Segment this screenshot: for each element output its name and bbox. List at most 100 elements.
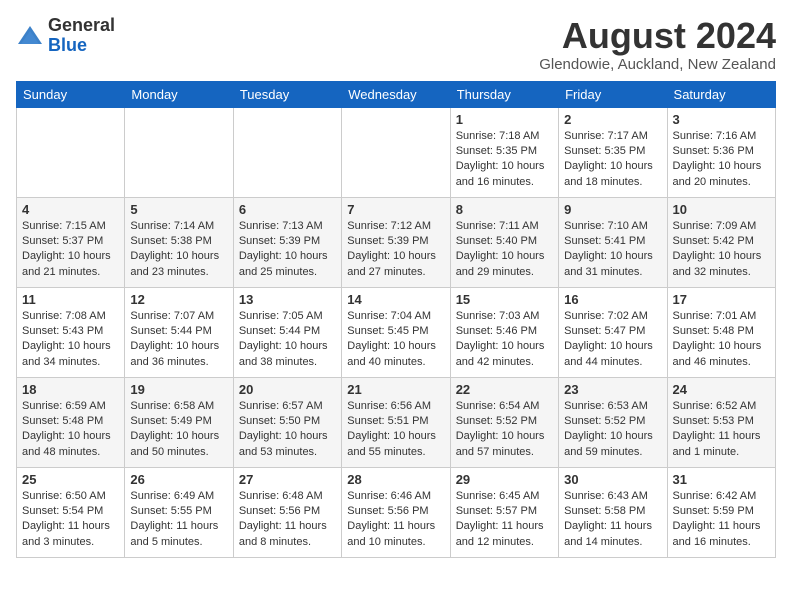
day-number: 18 [22,382,119,397]
day-number: 17 [673,292,770,307]
day-number: 7 [347,202,444,217]
calendar-cell [17,107,125,197]
day-info: Sunrise: 6:54 AM Sunset: 5:52 PM Dayligh… [456,399,553,461]
day-number: 9 [564,202,661,217]
calendar-cell: 30 Sunrise: 6:43 AM Sunset: 5:58 PM Dayli… [559,467,667,557]
day-number: 22 [456,382,553,397]
calendar-cell: 3 Sunrise: 7:16 AM Sunset: 5:36 PM Daylig… [667,107,775,197]
calendar-cell: 11Sunrise: 7:08 AM Sunset: 5:43 PM Dayli… [17,287,125,377]
day-info: Sunrise: 7:03 AM Sunset: 5:46 PM Dayligh… [456,309,553,371]
location-subtitle: Glendowie, Auckland, New Zealand [539,56,776,73]
calendar-table: SundayMondayTuesdayWednesdayThursdayFrid… [16,81,776,558]
day-info: Sunrise: 7:18 AM Sunset: 5:35 PM Dayligh… [456,129,553,191]
day-info: Sunrise: 7:15 AM Sunset: 5:37 PM Dayligh… [22,219,119,281]
calendar-cell: 14Sunrise: 7:04 AM Sunset: 5:45 PM Dayli… [342,287,450,377]
day-number: 21 [347,382,444,397]
day-number: 16 [564,292,661,307]
calendar-week-1: 1 Sunrise: 7:18 AM Sunset: 5:35 PM Daylig… [17,107,776,197]
logo-text: General Blue [48,16,115,56]
day-number: 6 [239,202,336,217]
day-number: 1 [456,112,553,127]
day-info: Sunrise: 7:13 AM Sunset: 5:39 PM Dayligh… [239,219,336,281]
weekday-header-monday: Monday [125,81,233,107]
day-info: Sunrise: 7:01 AM Sunset: 5:48 PM Dayligh… [673,309,770,371]
calendar-cell: 26 Sunrise: 6:49 AM Sunset: 5:55 PM Dayli… [125,467,233,557]
day-number: 2 [564,112,661,127]
day-number: 20 [239,382,336,397]
day-number: 4 [22,202,119,217]
calendar-cell [125,107,233,197]
day-number: 12 [130,292,227,307]
calendar-cell: 2 Sunrise: 7:17 AM Sunset: 5:35 PM Daylig… [559,107,667,197]
calendar-cell: 16Sunrise: 7:02 AM Sunset: 5:47 PM Dayli… [559,287,667,377]
calendar-cell: 21 Sunrise: 6:56 AM Sunset: 5:51 PM Dayli… [342,377,450,467]
calendar-week-4: 18Sunrise: 6:59 AM Sunset: 5:48 PM Dayli… [17,377,776,467]
day-number: 19 [130,382,227,397]
day-info: Sunrise: 6:45 AM Sunset: 5:57 PM Dayligh… [456,489,553,551]
calendar-cell: 10Sunrise: 7:09 AM Sunset: 5:42 PM Dayli… [667,197,775,287]
day-info: Sunrise: 6:52 AM Sunset: 5:53 PM Dayligh… [673,399,770,461]
day-info: Sunrise: 6:56 AM Sunset: 5:51 PM Dayligh… [347,399,444,461]
day-number: 11 [22,292,119,307]
day-info: Sunrise: 7:12 AM Sunset: 5:39 PM Dayligh… [347,219,444,281]
day-number: 23 [564,382,661,397]
day-info: Sunrise: 6:46 AM Sunset: 5:56 PM Dayligh… [347,489,444,551]
calendar-cell [342,107,450,197]
calendar-cell: 27 Sunrise: 6:48 AM Sunset: 5:56 PM Dayli… [233,467,341,557]
weekday-header-friday: Friday [559,81,667,107]
day-number: 29 [456,472,553,487]
month-year-title: August 2024 [539,16,776,56]
day-number: 24 [673,382,770,397]
calendar-week-2: 4 Sunrise: 7:15 AM Sunset: 5:37 PM Daylig… [17,197,776,287]
calendar-cell: 19Sunrise: 6:58 AM Sunset: 5:49 PM Dayli… [125,377,233,467]
calendar-cell: 15 Sunrise: 7:03 AM Sunset: 5:46 PM Dayli… [450,287,558,377]
day-info: Sunrise: 7:07 AM Sunset: 5:44 PM Dayligh… [130,309,227,371]
calendar-cell: 17 Sunrise: 7:01 AM Sunset: 5:48 PM Dayli… [667,287,775,377]
calendar-cell: 5 Sunrise: 7:14 AM Sunset: 5:38 PM Daylig… [125,197,233,287]
calendar-cell: 24 Sunrise: 6:52 AM Sunset: 5:53 PM Dayli… [667,377,775,467]
day-info: Sunrise: 7:17 AM Sunset: 5:35 PM Dayligh… [564,129,661,191]
calendar-cell: 6 Sunrise: 7:13 AM Sunset: 5:39 PM Daylig… [233,197,341,287]
logo-icon [16,22,44,50]
day-number: 15 [456,292,553,307]
calendar-cell: 18Sunrise: 6:59 AM Sunset: 5:48 PM Dayli… [17,377,125,467]
day-info: Sunrise: 7:11 AM Sunset: 5:40 PM Dayligh… [456,219,553,281]
page-header: General Blue August 2024 Glendowie, Auck… [16,16,776,73]
calendar-cell: 13Sunrise: 7:05 AM Sunset: 5:44 PM Dayli… [233,287,341,377]
day-number: 3 [673,112,770,127]
title-block: August 2024 Glendowie, Auckland, New Zea… [539,16,776,73]
weekday-header-wednesday: Wednesday [342,81,450,107]
weekday-header-tuesday: Tuesday [233,81,341,107]
day-info: Sunrise: 6:48 AM Sunset: 5:56 PM Dayligh… [239,489,336,551]
day-info: Sunrise: 7:16 AM Sunset: 5:36 PM Dayligh… [673,129,770,191]
day-number: 26 [130,472,227,487]
day-info: Sunrise: 6:43 AM Sunset: 5:58 PM Dayligh… [564,489,661,551]
calendar-cell: 8Sunrise: 7:11 AM Sunset: 5:40 PM Daylig… [450,197,558,287]
calendar-cell: 1 Sunrise: 7:18 AM Sunset: 5:35 PM Daylig… [450,107,558,197]
day-info: Sunrise: 7:09 AM Sunset: 5:42 PM Dayligh… [673,219,770,281]
day-number: 27 [239,472,336,487]
day-number: 31 [673,472,770,487]
calendar-cell: 9Sunrise: 7:10 AM Sunset: 5:41 PM Daylig… [559,197,667,287]
day-number: 5 [130,202,227,217]
day-info: Sunrise: 6:42 AM Sunset: 5:59 PM Dayligh… [673,489,770,551]
day-info: Sunrise: 6:57 AM Sunset: 5:50 PM Dayligh… [239,399,336,461]
calendar-cell: 23 Sunrise: 6:53 AM Sunset: 5:52 PM Dayli… [559,377,667,467]
calendar-cell: 4 Sunrise: 7:15 AM Sunset: 5:37 PM Daylig… [17,197,125,287]
calendar-cell: 28 Sunrise: 6:46 AM Sunset: 5:56 PM Dayli… [342,467,450,557]
day-info: Sunrise: 6:50 AM Sunset: 5:54 PM Dayligh… [22,489,119,551]
logo: General Blue [16,16,115,56]
calendar-cell: 20 Sunrise: 6:57 AM Sunset: 5:50 PM Dayli… [233,377,341,467]
day-info: Sunrise: 6:49 AM Sunset: 5:55 PM Dayligh… [130,489,227,551]
weekday-header-thursday: Thursday [450,81,558,107]
day-number: 25 [22,472,119,487]
day-info: Sunrise: 6:53 AM Sunset: 5:52 PM Dayligh… [564,399,661,461]
calendar-cell: 22 Sunrise: 6:54 AM Sunset: 5:52 PM Dayli… [450,377,558,467]
calendar-cell: 29 Sunrise: 6:45 AM Sunset: 5:57 PM Dayli… [450,467,558,557]
day-number: 30 [564,472,661,487]
day-info: Sunrise: 7:04 AM Sunset: 5:45 PM Dayligh… [347,309,444,371]
calendar-week-3: 11Sunrise: 7:08 AM Sunset: 5:43 PM Dayli… [17,287,776,377]
day-info: Sunrise: 7:14 AM Sunset: 5:38 PM Dayligh… [130,219,227,281]
day-number: 28 [347,472,444,487]
calendar-cell [233,107,341,197]
